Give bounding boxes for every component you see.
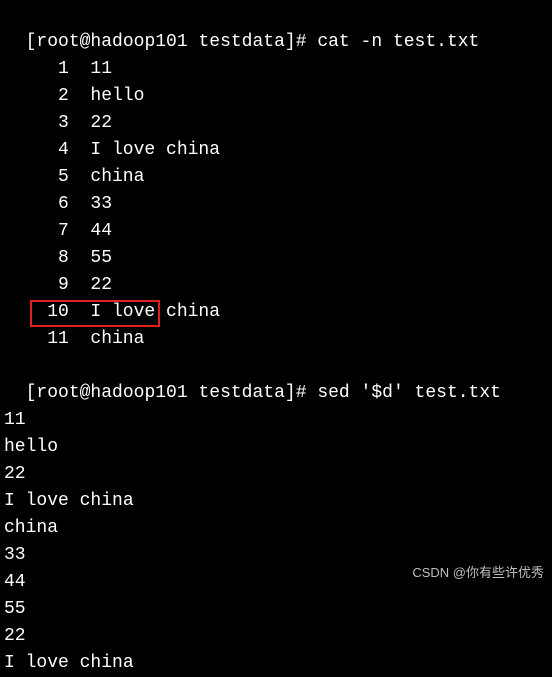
line-content: china [90, 326, 144, 353]
line-content: 22 [90, 110, 112, 137]
numbered-row: 2 hello [4, 83, 548, 110]
space [188, 383, 199, 403]
output-row: hello [4, 434, 548, 461]
line-content: hello [90, 83, 144, 110]
bracket-open: [ [26, 383, 37, 403]
line-number: 6 [4, 191, 69, 218]
numbered-row: 11 china [4, 326, 548, 353]
output-row: 22 [4, 461, 548, 488]
numbered-row: 10 I love china [4, 299, 548, 326]
cwd-path: testdata [198, 32, 284, 52]
line-number: 4 [4, 137, 69, 164]
prompt-hash: # [296, 383, 307, 403]
output-row: 22 [4, 623, 548, 650]
prompt-line-2: [root@hadoop101 testdata]# sed '$d' test… [4, 353, 548, 407]
line-content: I love china [90, 299, 220, 326]
numbered-row: 5 china [4, 164, 548, 191]
line-number: 5 [4, 164, 69, 191]
line-number: 3 [4, 110, 69, 137]
line-number: 8 [4, 245, 69, 272]
line-number: 9 [4, 272, 69, 299]
line-number: 11 [4, 326, 69, 353]
output-row: 55 [4, 596, 548, 623]
watermark-text: CSDN @你有些许优秀 [412, 563, 544, 583]
line-content: 44 [90, 218, 112, 245]
output-row: I love china [4, 650, 548, 677]
line-content: I love china [90, 137, 220, 164]
numbered-row: 4 I love china [4, 137, 548, 164]
numbered-row: 8 55 [4, 245, 548, 272]
numbered-row: 9 22 [4, 272, 548, 299]
line-content: 11 [90, 56, 112, 83]
bracket-close: ] [285, 32, 296, 52]
line-content: 22 [90, 272, 112, 299]
numbered-row: 3 22 [4, 110, 548, 137]
line-content: 55 [90, 245, 112, 272]
line-number: 10 [4, 299, 69, 326]
bracket-open: [ [26, 32, 37, 52]
line-number: 7 [4, 218, 69, 245]
output-row: 11 [4, 407, 548, 434]
line-number: 1 [4, 56, 69, 83]
prompt-line-1: [root@hadoop101 testdata]# cat -n test.t… [4, 2, 548, 56]
command-text: sed '$d' test.txt [317, 383, 501, 403]
output-row: I love china [4, 488, 548, 515]
numbered-row: 1 11 [4, 56, 548, 83]
user-host: root@hadoop101 [36, 32, 187, 52]
line-content: 33 [90, 191, 112, 218]
cwd-path: testdata [198, 383, 284, 403]
space [188, 32, 199, 52]
numbered-row: 7 44 [4, 218, 548, 245]
user-host: root@hadoop101 [36, 383, 187, 403]
line-content: china [90, 164, 144, 191]
line-number: 2 [4, 83, 69, 110]
bracket-close: ] [285, 383, 296, 403]
prompt-hash: # [296, 32, 307, 52]
command-text: cat -n test.txt [317, 32, 479, 52]
numbered-row: 6 33 [4, 191, 548, 218]
output-row: china [4, 515, 548, 542]
